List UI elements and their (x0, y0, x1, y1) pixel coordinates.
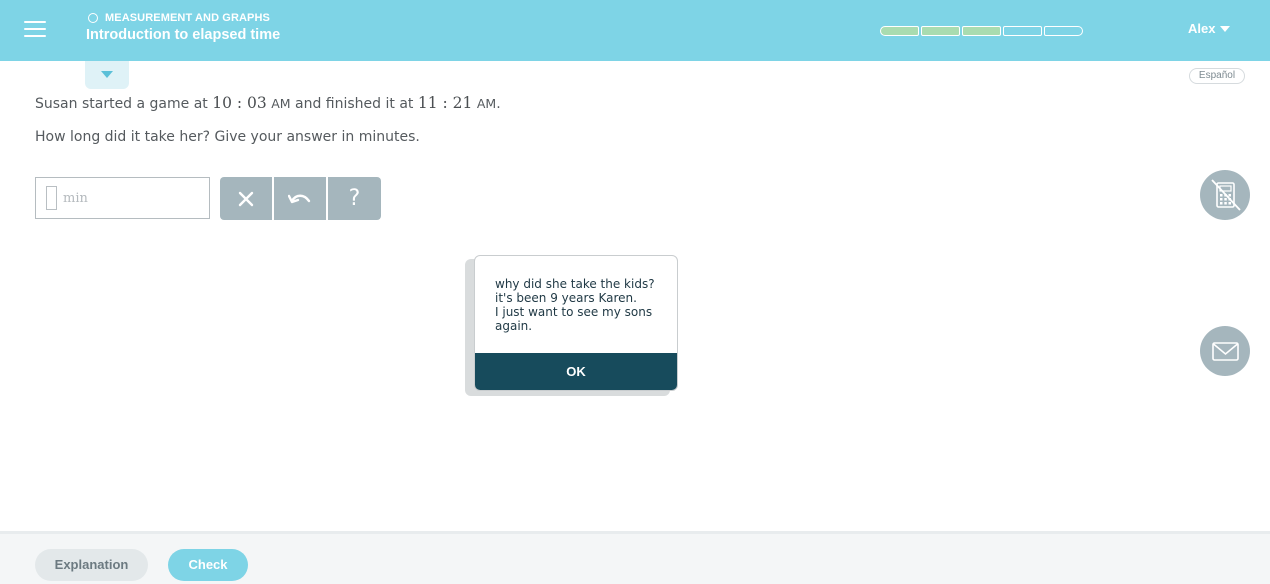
ok-button[interactable]: OK (475, 353, 677, 390)
progress-segment (962, 26, 1001, 36)
undo-button[interactable] (274, 177, 326, 220)
progress-segment (921, 26, 960, 36)
question-text: and finished it at (290, 96, 418, 112)
progress-segment (880, 26, 919, 36)
question-text: . (496, 96, 501, 112)
question-line-2: How long did it take her? Give your answ… (35, 129, 420, 145)
language-toggle[interactable]: Español (1189, 68, 1245, 84)
breadcrumb[interactable]: MEASUREMENT AND GRAPHS (88, 11, 270, 25)
dialog-line: it's been 9 years Karen. (495, 291, 637, 305)
progress-segment (1044, 26, 1083, 36)
user-menu[interactable]: Alex (1188, 21, 1231, 36)
hamburger-menu-icon[interactable] (24, 19, 48, 39)
question-line-1: Susan started a game at 10 : 03 AM and f… (35, 94, 501, 112)
start-ampm: AM (271, 96, 291, 111)
input-cursor-box[interactable] (46, 186, 57, 210)
topic-dropdown-toggle[interactable] (85, 61, 129, 89)
close-icon (238, 191, 254, 206)
dialog-line: again. (495, 319, 533, 333)
clear-button[interactable] (220, 177, 272, 220)
breadcrumb-label: MEASUREMENT AND GRAPHS (105, 12, 270, 24)
start-time: 10 : 03 (212, 94, 267, 112)
topic-title: Introduction to elapsed time (86, 27, 281, 43)
calculator-disabled-icon (1211, 179, 1241, 211)
question-text: Susan started a game at (35, 96, 213, 112)
answer-input[interactable]: min (35, 177, 210, 219)
message-button[interactable] (1200, 326, 1250, 376)
message-dialog: why did she take the kids? it's been 9 y… (474, 255, 678, 391)
footer-bar: Explanation Check (0, 531, 1270, 584)
calculator-button[interactable] (1200, 170, 1250, 220)
undo-icon (288, 194, 311, 203)
top-bar: MEASUREMENT AND GRAPHS Introduction to e… (0, 0, 1270, 61)
progress-bar (880, 26, 1083, 36)
check-button[interactable]: Check (168, 549, 248, 581)
explanation-button[interactable]: Explanation (35, 549, 148, 581)
topic-circle-icon (88, 13, 98, 23)
answer-tools: ? (220, 177, 381, 220)
chevron-down-icon (101, 71, 113, 78)
dialog-line: why did she take the kids? (495, 277, 655, 291)
user-name: Alex (1188, 21, 1216, 36)
chevron-down-icon (1220, 26, 1231, 32)
dialog-line: I just want to see my sons (495, 305, 653, 319)
end-time: 11 : 21 (417, 94, 473, 112)
help-label: ? (348, 186, 361, 211)
unit-label: min (63, 191, 88, 206)
end-ampm: AM (476, 96, 497, 111)
progress-segment (1003, 26, 1042, 36)
mail-icon (1212, 342, 1239, 361)
help-button[interactable]: ? (328, 177, 381, 220)
dialog-message: why did she take the kids? it's been 9 y… (495, 277, 665, 333)
